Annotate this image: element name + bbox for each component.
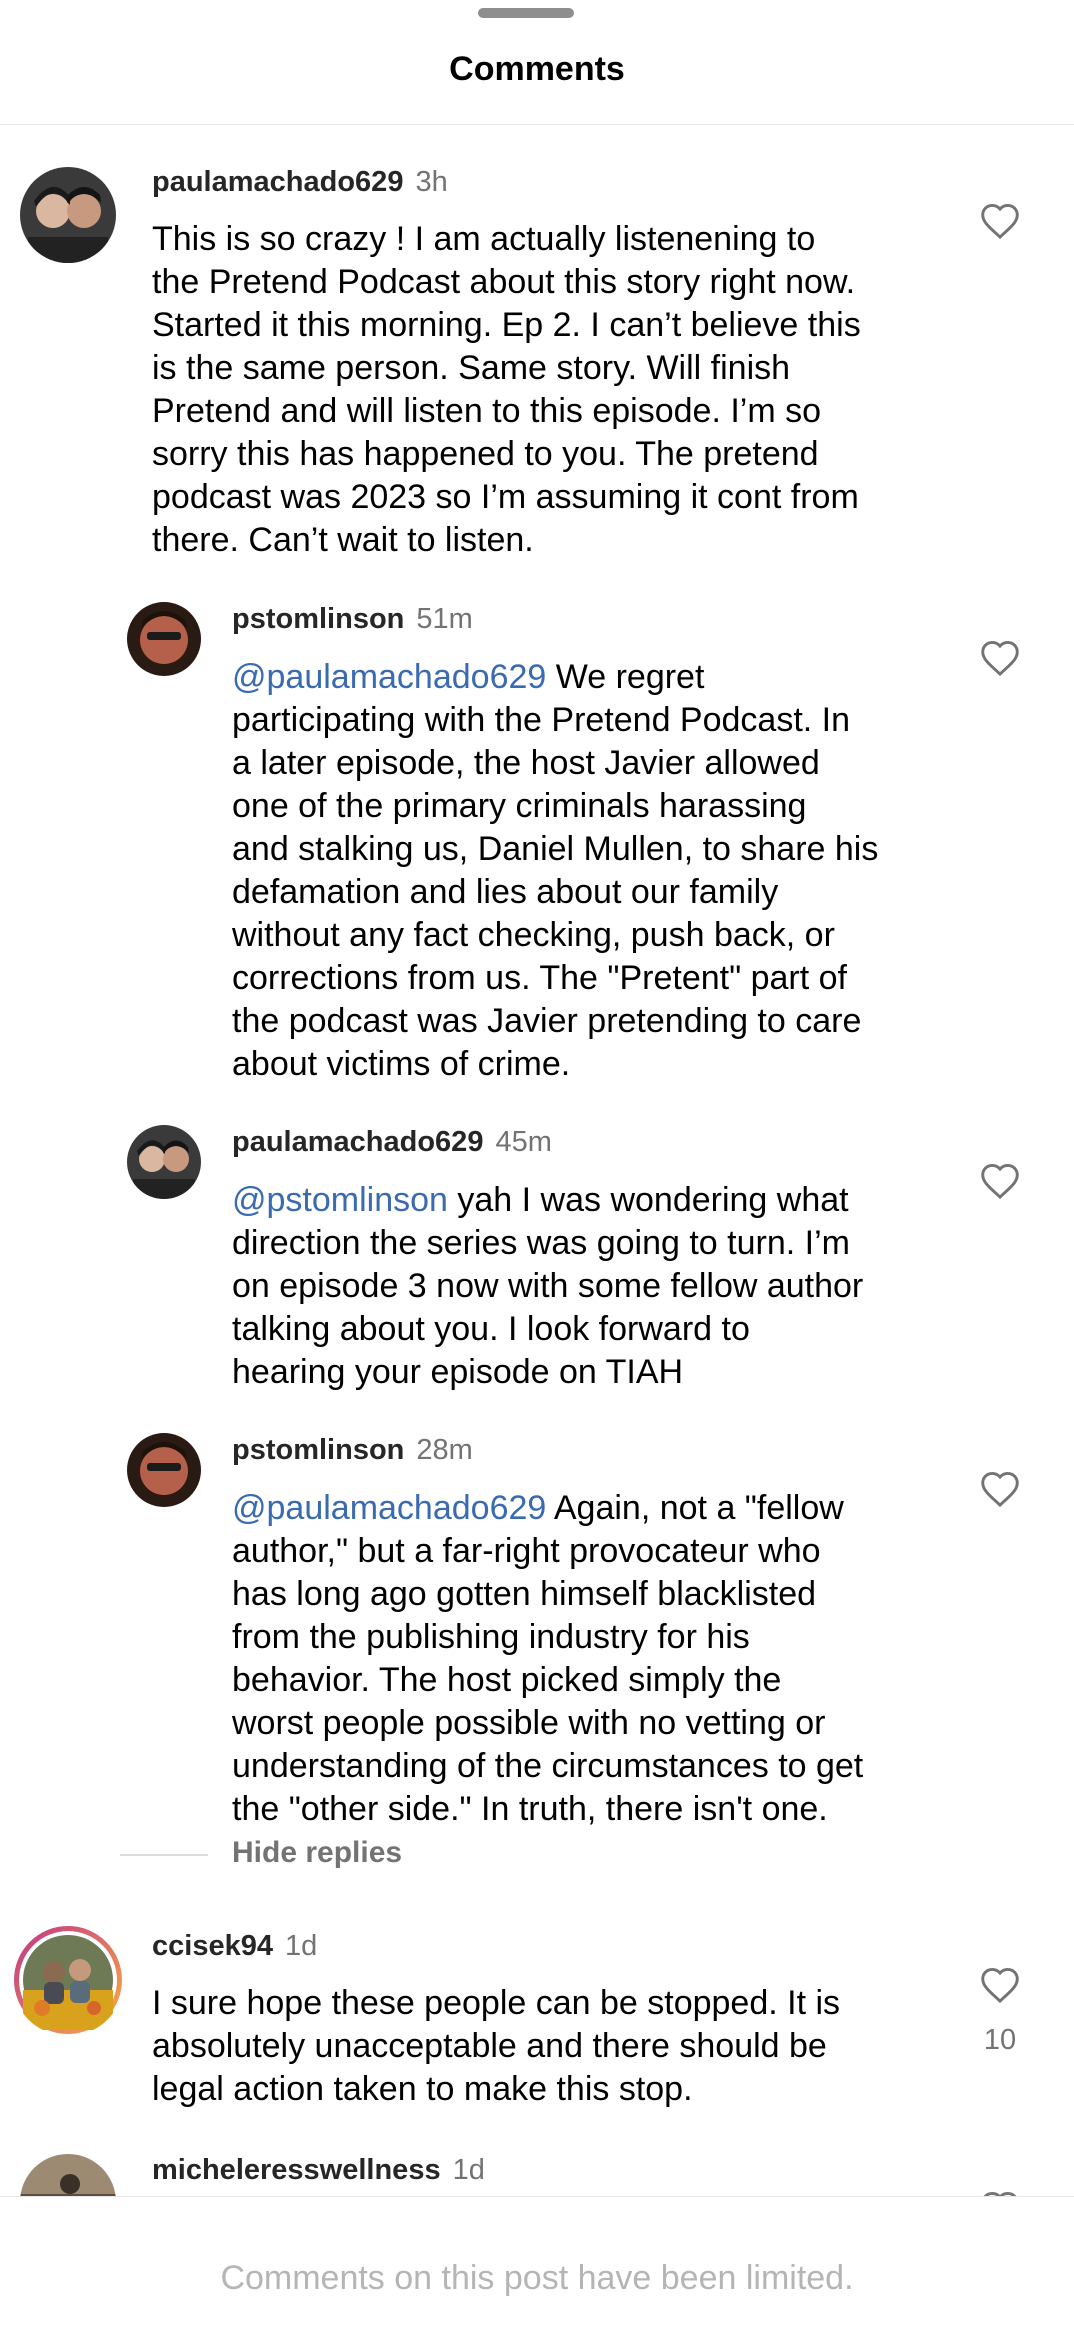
avatar[interactable] [127,1433,201,1507]
comment-text: I sure hope these people can be stopped.… [152,1984,841,2108]
avatar[interactable] [12,1924,124,2036]
comments-limited-notice: Comments on this post have been limited. [220,2259,854,2297]
comment-meta: paulamachado629 3h [152,166,448,199]
like-count[interactable]: 10 [970,2024,1030,2057]
comment-meta: micheleresswellness 1d [152,2154,485,2187]
comment-username[interactable]: paulamachado629 [152,166,403,198]
comment-meta: paulamachado629 45m [232,1126,552,1159]
comment-body: Again, not a "fellow author," but a far-… [232,1489,864,1828]
hide-replies-divider [120,1854,208,1856]
mention-link[interactable]: @pstomlinson [232,1181,448,1219]
hide-replies-button[interactable]: Hide replies [232,1836,402,1870]
comments-header: Comments [0,0,1074,125]
comment-text: @pstomlinson yah I was wondering what di… [232,1179,863,1394]
heart-outline-icon[interactable] [979,1966,1021,2004]
mention-link[interactable]: @paulamachado629 [232,658,546,696]
mention-link[interactable]: @paulamachado629 [232,1489,546,1527]
comment-username[interactable]: micheleresswellness [152,2154,441,2186]
comments-limited-footer: Comments on this post have been limited. [0,2196,1074,2334]
comment-meta: pstomlinson 51m [232,603,473,636]
avatar[interactable] [127,1125,201,1199]
heart-outline-icon[interactable] [979,1162,1021,1200]
comment-body: We regret participating with the Pretend… [232,658,879,1083]
comment-time: 1d [284,1930,318,1962]
comment-time: 51m [416,603,473,635]
avatar[interactable] [127,602,201,676]
comment-text: This is so crazy ! I am actually listene… [152,220,861,559]
comment-text: @paulamachado629 We regret participating… [232,656,878,1086]
comment-text: @paulamachado629 Again, not a "fellow au… [232,1487,863,1831]
comment-time: 28m [416,1434,473,1466]
heart-outline-icon[interactable] [979,202,1021,240]
comment-username[interactable]: ccisek94 [152,1930,273,1962]
comment-time: 1d [452,2154,485,2186]
comment-time: 45m [495,1126,552,1158]
avatar[interactable] [20,167,116,263]
heart-outline-icon[interactable] [979,1470,1021,1508]
comment-meta: pstomlinson 28m [232,1434,473,1467]
heart-outline-icon[interactable] [979,639,1021,677]
page-title: Comments [449,50,625,88]
comment-username[interactable]: pstomlinson [232,603,404,635]
comment-time: 3h [415,166,448,198]
comment-username[interactable]: pstomlinson [232,1434,404,1466]
comment-meta: ccisek94 1d [152,1930,317,1963]
comment-username[interactable]: paulamachado629 [232,1126,483,1158]
